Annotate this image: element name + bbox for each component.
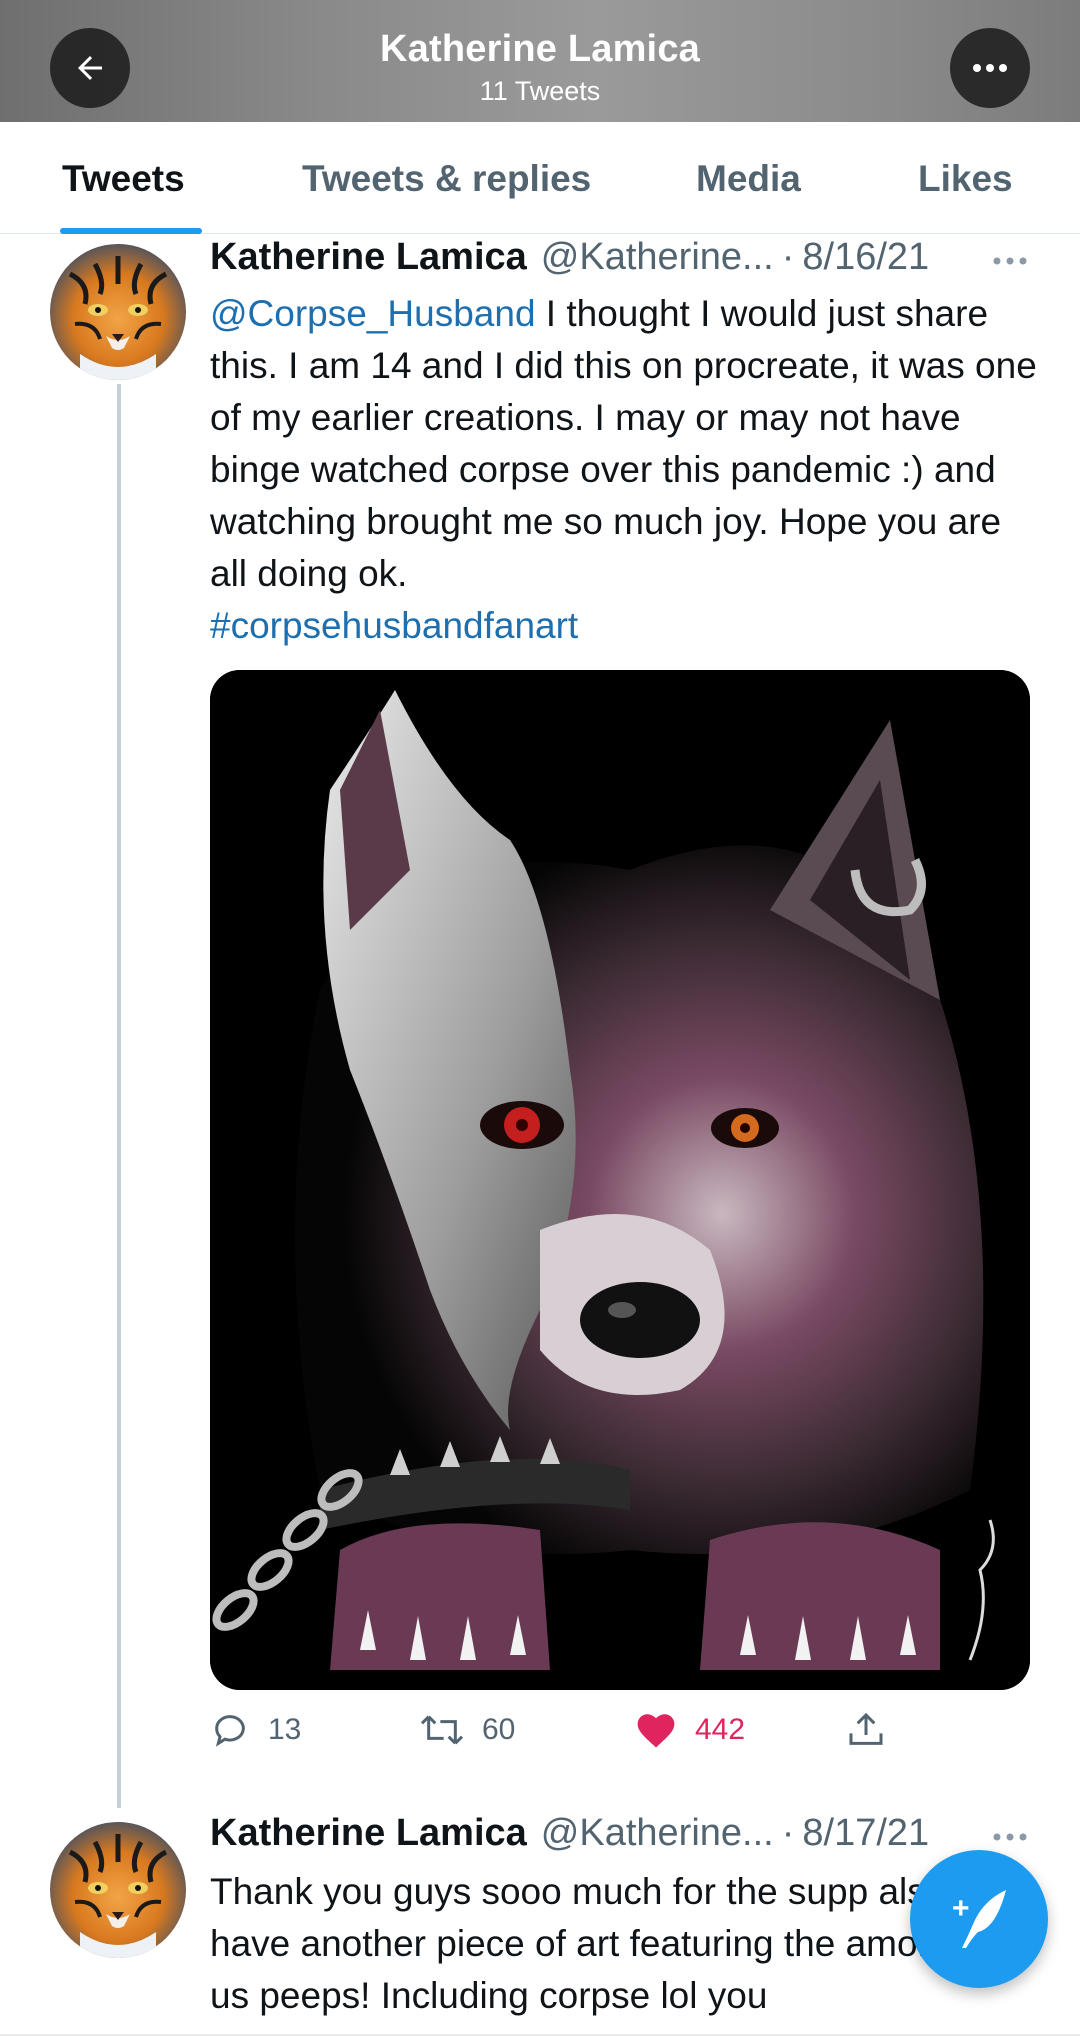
author-name[interactable]: Katherine Lamica — [210, 1812, 527, 1855]
retweet-button[interactable]: 60 — [420, 1710, 515, 1750]
share-button[interactable] — [846, 1710, 904, 1750]
tweet-text: Thank you guys sooo much for the supp al… — [210, 1871, 959, 2016]
compose-tweet-icon: + — [952, 1890, 1006, 1948]
tweet-media-image[interactable] — [210, 670, 1030, 1690]
wolf-artwork-image — [210, 670, 1030, 1690]
profile-tabs: Tweets Tweets & replies Media Likes — [0, 122, 1080, 234]
like-button[interactable]: 442 — [635, 1710, 745, 1750]
tweet-header: Katherine Lamica @Katherine... · 8/17/21 — [210, 1812, 929, 1855]
retweet-count: 60 — [482, 1713, 516, 1746]
tiger-avatar-icon — [50, 244, 186, 380]
like-count: 442 — [695, 1713, 746, 1746]
tweet-date[interactable]: 8/17/21 — [802, 1812, 929, 1855]
author-handle[interactable]: @Katherine... — [541, 236, 774, 279]
ellipsis-icon — [973, 64, 1007, 72]
tweet-count: 11 Tweets — [479, 76, 601, 106]
separator-dot: · — [781, 1812, 795, 1854]
reply-count: 13 — [268, 1713, 302, 1746]
tweet-actions: 13 60 442 — [210, 1710, 910, 1760]
hashtag-link[interactable]: #corpsehusbandfanart — [210, 605, 578, 646]
tab-tweets-replies[interactable]: Tweets & replies — [302, 158, 591, 200]
heart-icon — [637, 1714, 675, 1748]
separator-dot: · — [781, 236, 795, 278]
ellipsis-icon — [993, 1833, 1027, 1841]
retweet-icon — [420, 1715, 464, 1745]
reply-button[interactable]: 13 — [210, 1710, 301, 1750]
active-tab-indicator — [60, 228, 202, 234]
avatar[interactable] — [50, 244, 186, 380]
tweet-body: Thank you guys sooo much for the supp al… — [210, 1866, 970, 2022]
tweet-body: @Corpse_Husband I thought I would just s… — [210, 288, 1040, 652]
tab-tweets[interactable]: Tweets — [62, 158, 185, 200]
mention-link[interactable]: @Corpse_Husband — [210, 293, 536, 334]
author-name[interactable]: Katherine Lamica — [210, 236, 527, 279]
plus-glyph: + — [952, 1892, 970, 1925]
reply-icon — [215, 1715, 245, 1747]
share-icon — [849, 1712, 883, 1745]
tweet-more-button[interactable] — [992, 1812, 1028, 1851]
compose-tweet-button[interactable]: + — [910, 1850, 1048, 1988]
profile-header: Katherine Lamica 11 Tweets — [0, 0, 1080, 122]
ellipsis-icon — [993, 257, 1027, 265]
tweet-more-button[interactable] — [992, 236, 1028, 275]
avatar[interactable] — [50, 1822, 186, 1958]
author-handle[interactable]: @Katherine... — [541, 1812, 774, 1855]
tweet-header: Katherine Lamica @Katherine... · 8/16/21 — [210, 236, 929, 279]
tab-media[interactable]: Media — [696, 158, 801, 200]
tweet-text: I thought I would just share this. I am … — [210, 293, 1037, 594]
thread-connector-line — [117, 384, 121, 1808]
tab-likes[interactable]: Likes — [918, 158, 1013, 200]
profile-name-title: Katherine Lamica — [380, 28, 700, 70]
more-options-button[interactable] — [950, 28, 1030, 108]
tiger-avatar-icon — [50, 1822, 186, 1958]
tweet-date[interactable]: 8/16/21 — [802, 236, 929, 279]
